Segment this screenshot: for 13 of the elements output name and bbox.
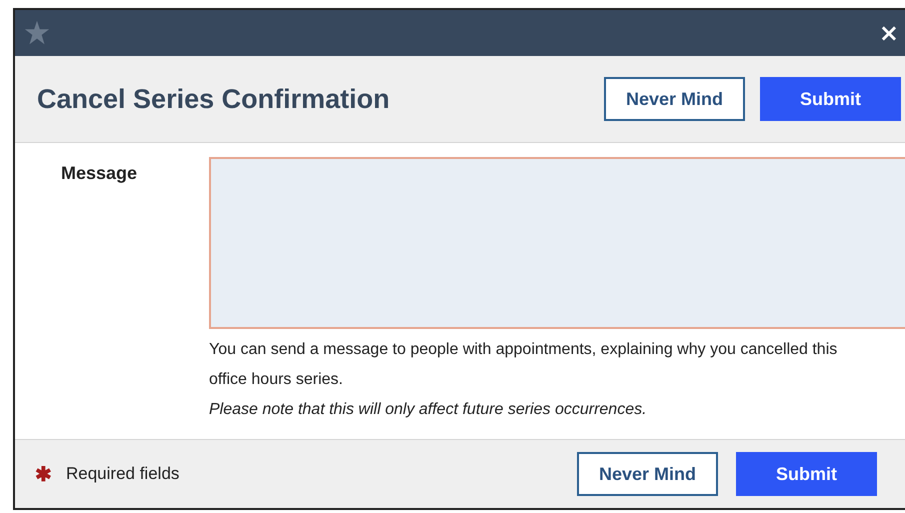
- submit-button[interactable]: Submit: [736, 452, 877, 496]
- help-text: You can send a message to people with appointments, explaining why you cancelled this office hours series.: [209, 340, 838, 390]
- cancel-button[interactable]: Never Mind: [604, 77, 745, 121]
- star-icon: [23, 19, 51, 47]
- note-text: Please note that this will only affect future series occurrences.: [209, 400, 648, 420]
- submit-button[interactable]: Submit: [760, 77, 901, 121]
- cancel-button[interactable]: Never Mind: [577, 452, 718, 496]
- dialog-title: Cancel Series Confirmation: [37, 84, 391, 114]
- field-label: Message: [61, 162, 138, 185]
- required-text: Required fields: [66, 464, 180, 484]
- message-field[interactable]: [209, 157, 905, 329]
- required-icon: ✱: [35, 462, 52, 486]
- close-button[interactable]: ×: [878, 21, 905, 45]
